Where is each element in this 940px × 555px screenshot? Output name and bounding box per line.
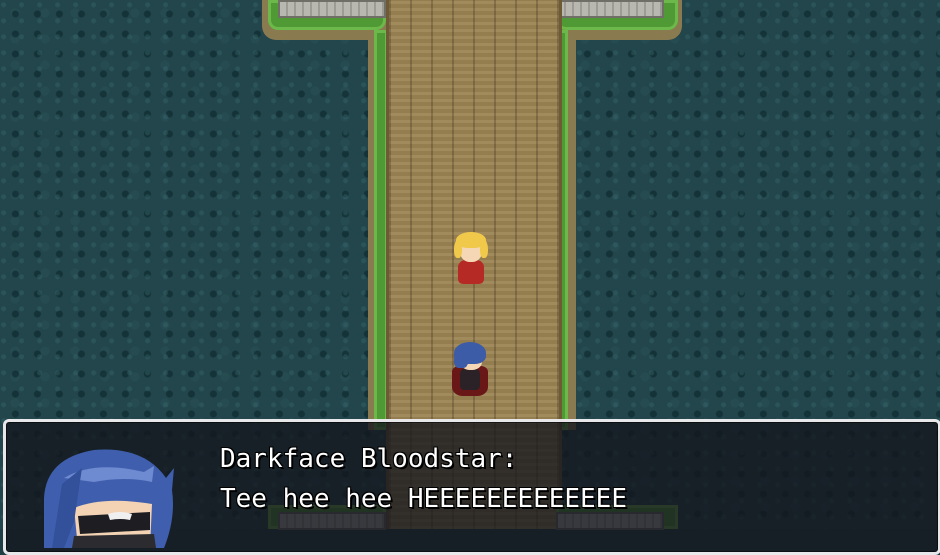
stone-slab-top-left (278, 0, 386, 18)
stone-slab-top-right (556, 0, 664, 18)
blue-haired-caped-character[interactable] (450, 342, 490, 398)
dialog-message: Tee hee hee HEEEEEEEEEEEEE (220, 484, 627, 514)
speaker-portrait (34, 438, 184, 548)
blonde-red-armored-character[interactable] (452, 232, 490, 288)
speaker-name: Darkface Bloodstar: (220, 444, 518, 474)
message-window[interactable]: Darkface Bloodstar: Tee hee hee HEEEEEEE… (3, 419, 940, 555)
